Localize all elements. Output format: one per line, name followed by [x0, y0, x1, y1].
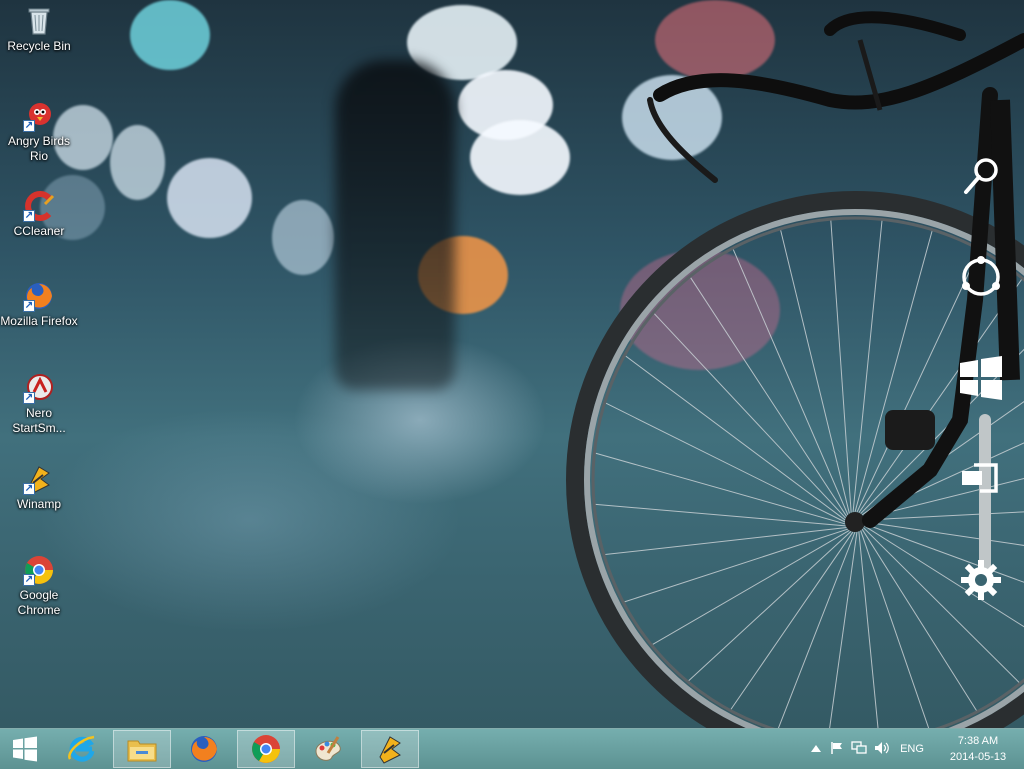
wheel-spoke — [830, 219, 852, 513]
ccleaner-icon: ↗ — [23, 190, 55, 222]
winamp-icon — [379, 736, 401, 764]
system-clock[interactable]: 7:38 AM 2014-05-13 — [940, 733, 1016, 765]
desktop-background: Recycle Bin ↗ Angry Birds Rio ↗ CCleaner… — [0, 0, 1024, 728]
taskbar-chrome[interactable] — [237, 730, 295, 768]
taskbar-winamp[interactable] — [361, 730, 419, 768]
settings-icon — [961, 560, 1001, 600]
charm-settings[interactable] — [956, 555, 1006, 605]
shortcut-arrow-icon: ↗ — [23, 392, 35, 404]
wheel-spoke — [594, 503, 846, 527]
notification-area: ENG — [806, 729, 930, 769]
paint-icon — [315, 736, 341, 761]
charm-devices[interactable] — [956, 455, 1006, 505]
wheel-spoke — [729, 531, 854, 711]
wheel-spoke — [594, 452, 846, 525]
taskbar: ENG 7:38 AM 2014-05-13 — [0, 728, 1024, 769]
desktop-icon-nero-startsmart[interactable]: ↗ Nero StartSm... — [0, 372, 78, 436]
speaker-icon — [875, 741, 889, 754]
internet-explorer-icon — [68, 735, 95, 762]
charm-start[interactable] — [956, 353, 1006, 403]
taskbar-internet-explorer[interactable] — [53, 730, 111, 768]
network-button[interactable] — [848, 740, 870, 758]
wallpaper-bicycle — [566, 11, 1024, 728]
devices-icon — [962, 463, 998, 493]
taskbar-firefox[interactable] — [175, 730, 233, 768]
chrome-icon — [252, 735, 280, 763]
shortcut-arrow-icon: ↗ — [23, 300, 35, 312]
input-language-button[interactable]: ENG — [894, 743, 930, 755]
flag-icon — [831, 741, 842, 754]
clock-date: 2014-05-13 — [949, 751, 1007, 763]
action-center-button[interactable] — [826, 741, 848, 758]
chevron-up-icon — [811, 745, 821, 752]
share-icon — [962, 256, 1000, 296]
wheel-spoke — [624, 354, 846, 521]
shortcut-arrow-icon: ↗ — [23, 210, 35, 222]
recycle-bin-icon — [23, 5, 55, 37]
winamp-icon: ↗ — [23, 463, 55, 495]
clock-time: 7:38 AM — [957, 735, 999, 747]
desktop-icon-google-chrome[interactable]: ↗ Google Chrome — [0, 554, 78, 618]
firefox-icon — [191, 736, 217, 762]
wheel-spoke — [687, 530, 852, 682]
start-icon — [960, 356, 1002, 400]
firefox-icon: ↗ — [23, 280, 55, 312]
search-icon — [964, 158, 998, 194]
network-icon — [851, 740, 867, 754]
wheel-spoke — [653, 312, 847, 519]
start-button[interactable] — [0, 730, 50, 768]
desktop-icon-recycle-bin[interactable]: Recycle Bin — [0, 5, 78, 54]
show-hidden-icons-button[interactable] — [806, 743, 826, 755]
desktop-icon-mozilla-firefox[interactable]: ↗ Mozilla Firefox — [0, 280, 78, 329]
wheel-spoke — [689, 276, 848, 517]
file-explorer-icon — [127, 740, 157, 762]
shortcut-arrow-icon: ↗ — [23, 120, 35, 132]
taskbar-paint[interactable] — [299, 730, 357, 768]
wheel-spoke — [604, 402, 846, 523]
volume-button[interactable] — [870, 741, 894, 758]
nero-icon: ↗ — [23, 372, 55, 404]
shortcut-arrow-icon: ↗ — [23, 574, 35, 586]
taskbar-file-explorer[interactable] — [113, 730, 171, 768]
shortcut-arrow-icon: ↗ — [23, 483, 35, 495]
wheel-spoke — [860, 530, 930, 728]
desktop-icon-ccleaner[interactable]: ↗ CCleaner — [0, 190, 78, 239]
chrome-icon: ↗ — [23, 554, 55, 586]
angry-birds-icon: ↗ — [23, 100, 55, 132]
desktop-icon-winamp[interactable]: ↗ Winamp — [0, 463, 78, 512]
desktop-icon-angry-birds-rio[interactable]: ↗ Angry Birds Rio — [0, 100, 78, 164]
wheel-spoke — [858, 531, 879, 728]
windows-logo-icon — [13, 736, 37, 762]
charm-search[interactable] — [956, 150, 1006, 200]
wheel-spoke — [864, 521, 1024, 546]
wheel-spoke — [651, 529, 850, 646]
charm-share[interactable] — [956, 252, 1006, 302]
wheel-spoke — [779, 228, 850, 514]
